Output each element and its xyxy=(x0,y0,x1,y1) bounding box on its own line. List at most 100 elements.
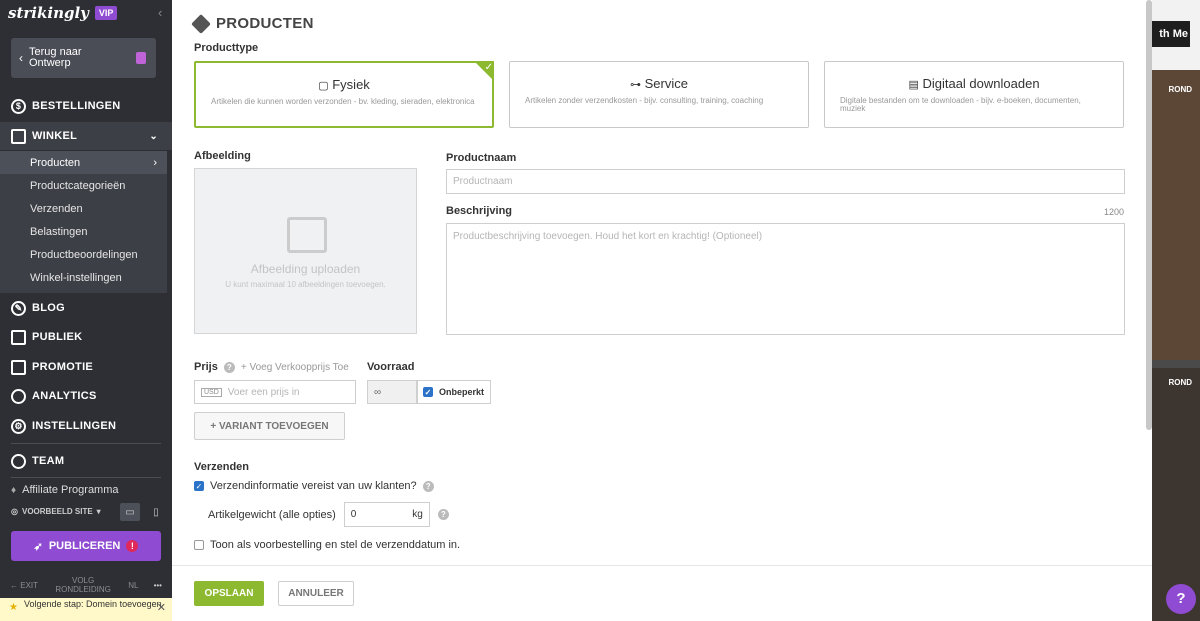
stock-input[interactable]: ∞ xyxy=(367,380,417,404)
store-icon xyxy=(11,128,26,144)
back-label: Terug naar Ontwerp xyxy=(29,46,82,69)
site-section xyxy=(1152,368,1200,621)
publish-button[interactable]: ➶ PUBLICEREN ! xyxy=(11,531,161,561)
nav-promotion[interactable]: PROMOTIE xyxy=(0,353,172,381)
checkbox-unchecked[interactable] xyxy=(194,540,204,550)
store-item-products[interactable]: Producten › xyxy=(0,151,167,174)
modal-footer: OPSLAAN ANNULEER xyxy=(172,565,1152,621)
gear-icon: ⚙ xyxy=(11,418,26,434)
weight-unit: kg xyxy=(412,509,423,520)
more-icon[interactable]: ••• xyxy=(154,581,162,590)
trophy-icon: ♦ xyxy=(11,484,17,496)
product-type-label: Producttype xyxy=(194,42,259,54)
add-sale-price-link[interactable]: + Voeg Verkoopprijs Toe xyxy=(241,362,349,373)
document-icon xyxy=(136,52,146,64)
unlimited-toggle[interactable]: ✓ Onbeperkt xyxy=(417,380,491,404)
chart-icon xyxy=(11,388,26,404)
type-desc: Artikelen die kunnen worden verzonden - … xyxy=(211,97,475,106)
description-label: Beschrijving xyxy=(446,205,513,217)
save-button[interactable]: OPSLAAN xyxy=(194,581,264,606)
site-label: ROND xyxy=(1168,378,1192,387)
store-item-taxes[interactable]: Belastingen xyxy=(0,220,167,243)
contacts-icon xyxy=(11,329,26,345)
nav-store-label: WINKEL xyxy=(32,130,78,142)
bag-icon: ▢ xyxy=(318,80,329,92)
store-item-settings[interactable]: Winkel-instellingen xyxy=(0,266,167,289)
help-icon[interactable]: ? xyxy=(223,361,235,373)
vip-badge: VIP xyxy=(94,6,118,20)
desktop-icon[interactable]: ▭ xyxy=(120,503,140,521)
weight-label: Artikelgewicht (alle opties) xyxy=(208,508,336,521)
price-label: Prijs xyxy=(194,361,218,373)
image-icon xyxy=(287,217,327,253)
product-name-label: Productnaam xyxy=(446,152,517,164)
weight-input[interactable]: 0 kg xyxy=(343,502,430,527)
description-textarea[interactable]: Productbeschrijving toevoegen. Houd het … xyxy=(446,223,1125,335)
divider xyxy=(11,477,161,478)
site-label: ROND xyxy=(1168,85,1192,94)
exit-label: EXIT xyxy=(20,580,39,590)
checkbox-checked[interactable]: ✓ xyxy=(423,387,433,397)
next-step-banner[interactable]: ★ Volgende stap: Domein toevoegen ✕ xyxy=(0,598,172,621)
nav-affiliate[interactable]: ♦ Affiliate Programma xyxy=(11,484,119,496)
help-button[interactable]: ? xyxy=(1166,584,1196,614)
price-header: Prijs ? + Voeg Verkoopprijs Toe xyxy=(194,361,349,373)
nav-blog[interactable]: ✎ BLOG xyxy=(0,294,172,322)
nav-settings[interactable]: ⚙ INSTELLINGEN xyxy=(0,412,172,440)
nav-settings-label: INSTELLINGEN xyxy=(32,420,117,432)
product-name-input[interactable]: Productnaam xyxy=(446,169,1125,194)
type-title: ⊶ Service xyxy=(510,76,808,91)
modal-title: PRODUCTEN xyxy=(191,13,314,34)
nav-team[interactable]: TEAM xyxy=(0,447,172,475)
next-step-text: Volgende stap: Domein toevoegen xyxy=(24,599,162,609)
chevron-left-icon[interactable]: ‹ xyxy=(158,5,162,20)
preview-site-dropdown[interactable]: ◎ VOORBEELD SITE ▾ xyxy=(11,507,101,516)
currency-badge: USD xyxy=(201,387,222,397)
sidebar-footer: ← EXIT VOLG RONDLEIDING NL ••• xyxy=(10,576,162,594)
store-item-reviews[interactable]: Productbeoordelingen xyxy=(0,243,167,266)
price-input[interactable]: USD Voer een prijs in xyxy=(194,380,356,404)
type-title-text: Fysiek xyxy=(332,77,370,92)
image-upload-area[interactable]: Afbeelding uploaden U kunt maximaal 10 a… xyxy=(194,168,417,334)
sidebar: strikingly VIP ‹ ‹ Terug naar Ontwerp $ … xyxy=(0,0,172,621)
type-card-physical[interactable]: ✓ ▢ Fysiek Artikelen die kunnen worden v… xyxy=(194,61,494,128)
close-icon[interactable]: ✕ xyxy=(157,603,166,614)
store-item-shipping[interactable]: Verzenden xyxy=(0,197,167,220)
image-upload-text: Afbeelding uploaden xyxy=(250,262,361,276)
nav-analytics[interactable]: ANALYTICS xyxy=(0,382,172,410)
type-card-service[interactable]: ⊶ Service Artikelen zonder verzendkosten… xyxy=(509,61,809,128)
nav-analytics-label: ANALYTICS xyxy=(32,390,97,402)
alert-icon: ! xyxy=(126,540,139,552)
rocket-icon: ➶ xyxy=(33,540,43,553)
nav-orders-label: BESTELLINGEN xyxy=(32,100,121,112)
add-variant-button[interactable]: + VARIANT TOEVOEGEN xyxy=(194,412,345,440)
file-icon: ▤ xyxy=(908,79,919,91)
nav-audience[interactable]: PUBLIEK xyxy=(0,323,172,351)
globe-icon: ◎ xyxy=(11,507,18,516)
logo-text: strikingly xyxy=(8,4,89,22)
store-item-categories[interactable]: Productcategorieën xyxy=(0,174,167,197)
tour-button[interactable]: VOLG RONDLEIDING xyxy=(53,576,113,594)
checkbox-checked[interactable]: ✓ xyxy=(194,481,204,491)
scrollbar[interactable] xyxy=(1146,0,1152,430)
store-item-label: Productbeoordelingen xyxy=(30,248,138,261)
nav-store[interactable]: WINKEL ⌄ xyxy=(0,122,172,150)
logo[interactable]: strikingly VIP xyxy=(8,4,118,22)
pen-icon: ✎ xyxy=(11,300,26,316)
weight-row: Artikelgewicht (alle opties) 0 kg ? xyxy=(208,502,449,527)
back-to-design-button[interactable]: ‹ Terug naar Ontwerp xyxy=(11,38,156,78)
help-icon[interactable]: ? xyxy=(437,509,449,520)
chevron-right-icon: › xyxy=(153,156,157,169)
preorder-row: Toon als voorbestelling en stel de verze… xyxy=(194,539,460,551)
type-card-digital[interactable]: ▤ Digitaal downloaden Digitale bestanden… xyxy=(824,61,1124,128)
mobile-icon[interactable]: ▯ xyxy=(146,503,166,521)
help-icon[interactable]: ? xyxy=(422,480,434,492)
store-item-label: Productcategorieën xyxy=(30,179,126,192)
nav-blog-label: BLOG xyxy=(32,302,65,314)
nav-orders[interactable]: $ BESTELLINGEN xyxy=(0,92,172,120)
divider xyxy=(11,443,161,444)
cancel-button[interactable]: ANNULEER xyxy=(278,581,354,606)
language-button[interactable]: NL xyxy=(128,581,138,590)
store-item-label: Verzenden xyxy=(30,202,83,215)
exit-button[interactable]: ← EXIT xyxy=(10,581,38,590)
